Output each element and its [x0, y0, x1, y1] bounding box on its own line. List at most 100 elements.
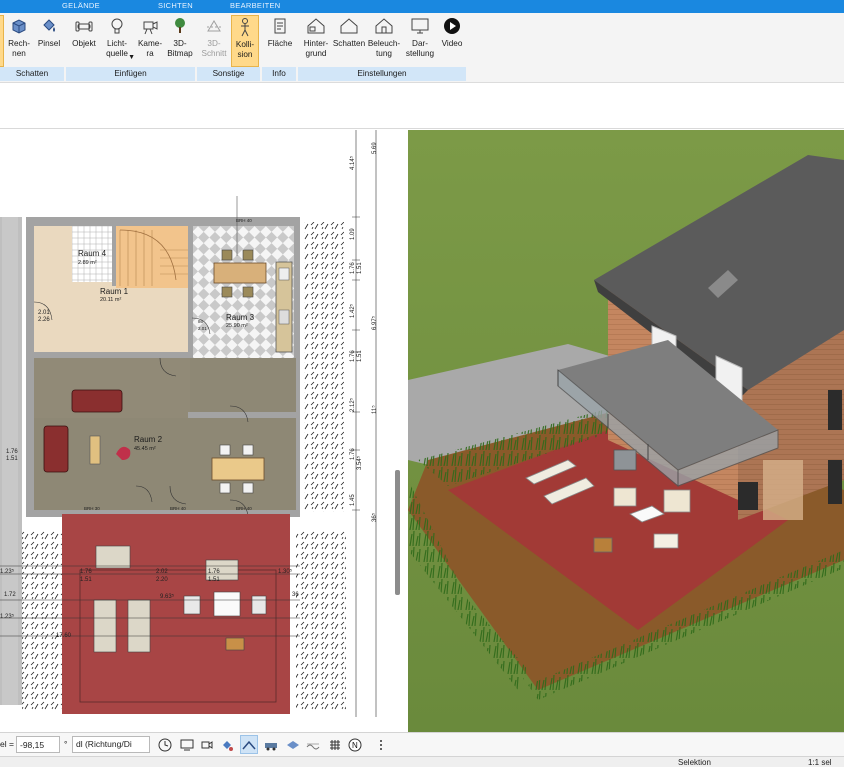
svg-text:2.89 m²: 2.89 m²	[78, 260, 97, 266]
hintergrund-label: Hinter- grund	[303, 39, 329, 58]
video-label: Video	[441, 39, 463, 48]
objekt-button[interactable]: Objekt	[69, 15, 99, 67]
svg-text:1.51: 1.51	[80, 577, 92, 583]
svg-text:1.42⁵: 1.42⁵	[349, 303, 356, 318]
svg-text:1.51: 1.51	[208, 577, 220, 583]
svg-text:1.76: 1.76	[6, 449, 18, 455]
svg-text:86: 86	[198, 319, 204, 324]
play-icon	[441, 15, 463, 37]
svg-text:2.20: 2.20	[156, 577, 168, 583]
north-icon[interactable]: N	[346, 735, 364, 754]
svg-text:1.30⁵: 1.30⁵	[278, 568, 293, 575]
vehicle-icon[interactable]	[262, 735, 280, 754]
flaeche-label: Fläche	[267, 39, 293, 48]
schatten-button[interactable]: Schatten	[331, 15, 367, 67]
monitor-icon	[409, 15, 431, 37]
clock-icon[interactable]	[156, 735, 174, 754]
section-cut-icon	[203, 15, 225, 37]
status-mode: Selektion	[678, 758, 711, 767]
svg-text:25.90 m²: 25.90 m²	[226, 323, 248, 329]
svg-text:1.51: 1.51	[6, 456, 18, 462]
svg-text:45.45 m²: 45.45 m²	[134, 446, 156, 452]
monitor-view-icon[interactable]	[178, 735, 196, 754]
svg-text:BRH 30: BRH 30	[84, 506, 100, 511]
schnitt-label: 3D- Schnitt	[201, 39, 227, 58]
floor-plan-view[interactable]: 5.69 4.14⁵ 1.09 1.76 1.51 6.97⁵ 1.42⁵ 1.…	[0, 130, 404, 717]
rechnen-button[interactable]: Rech- nen	[5, 15, 33, 67]
svg-text:36⁵: 36⁵	[371, 512, 378, 522]
3d-scene-canvas[interactable]	[408, 130, 844, 732]
svg-text:11⁵: 11⁵	[371, 405, 378, 414]
lichtquelle-label: Licht- quelle	[106, 39, 128, 58]
lichtquelle-button[interactable]: Licht- quelle ▼	[102, 15, 135, 67]
objekt-label: Objekt	[72, 39, 96, 48]
svg-text:1.76: 1.76	[208, 569, 220, 575]
hedge-left	[22, 530, 62, 710]
video-button[interactable]: Video	[439, 15, 465, 67]
chair-icon	[73, 15, 95, 37]
svg-text:1.76: 1.76	[350, 350, 356, 362]
person-icon	[234, 16, 256, 38]
terrain-icon[interactable]	[304, 735, 322, 754]
more-options-icon[interactable]	[372, 735, 390, 754]
house-shadow-icon	[338, 15, 360, 37]
hintergrund-button[interactable]: Hinter- grund	[301, 15, 331, 67]
darstellung-button[interactable]: Dar- stellung	[404, 15, 436, 67]
svg-text:1.76: 1.76	[80, 569, 92, 575]
svg-text:2.12⁵: 2.12⁵	[349, 397, 356, 412]
cube-calc-icon	[8, 15, 30, 37]
schnitt-button[interactable]: 3D- Schnitt	[199, 15, 229, 67]
schatten-label: Schatten	[332, 39, 366, 48]
side-table[interactable]	[89, 435, 101, 465]
3d-view[interactable]	[408, 130, 844, 732]
flaeche-button[interactable]: Fläche	[265, 15, 295, 67]
staircase	[116, 226, 188, 288]
bitmap-button[interactable]: 3D- Bitmap	[165, 15, 195, 67]
group-sonstige: Sonstige	[197, 67, 262, 81]
tab-bearbeiten[interactable]: BEARBEITEN	[230, 1, 281, 10]
svg-text:9.63⁵: 9.63⁵	[160, 593, 175, 600]
kamera-button[interactable]: Kame- ra	[135, 15, 165, 67]
grid-icon[interactable]	[326, 735, 344, 754]
tab-sichten[interactable]: SICHTEN	[158, 1, 193, 10]
group-info: Info	[262, 67, 298, 81]
lightbulb-icon	[106, 15, 128, 37]
camera-icon	[139, 15, 161, 37]
app-window: GELÄNDE SICHTEN BEARBEITEN Rech- nen Pin…	[0, 0, 844, 767]
kamera-label: Kame- ra	[137, 39, 163, 58]
tree-icon	[169, 15, 191, 37]
hedge-right	[304, 222, 344, 512]
direction-mode-select[interactable]: dl (Richtung/Di	[72, 736, 150, 753]
kollision-button[interactable]: Kolli- sion	[231, 15, 259, 67]
area-measure-icon	[269, 15, 291, 37]
pinsel-label: Pinsel	[37, 39, 61, 48]
svg-text:17.60: 17.60	[56, 633, 72, 639]
darstellung-label: Dar- stellung	[405, 39, 435, 58]
measure-tool-icon[interactable]	[240, 735, 258, 754]
pinsel-button[interactable]: Pinsel	[35, 15, 63, 67]
paint-tool-icon[interactable]	[218, 735, 236, 754]
kitchen-counter[interactable]	[275, 261, 293, 353]
dropdown-arrow-icon[interactable]: ▼	[128, 53, 135, 63]
tab-gelaende[interactable]: GELÄNDE	[62, 1, 100, 10]
svg-text:1.45: 1.45	[350, 494, 356, 506]
angle-input[interactable]	[16, 736, 60, 753]
beleuchtung-button[interactable]: Beleuch- tung	[367, 15, 401, 67]
angle-unit: °	[64, 739, 68, 749]
ribbon: Rech- nen Pinsel Objekt Licht- quelle ▼	[0, 13, 844, 83]
beleuchtung-label: Beleuch- tung	[367, 39, 401, 58]
svg-text:Raum 3: Raum 3	[226, 313, 255, 322]
status-scale: 1:1 sel	[808, 758, 832, 767]
camera-view-icon[interactable]	[198, 735, 216, 754]
svg-text:BRH 40: BRH 40	[236, 506, 252, 511]
svg-text:1.76: 1.76	[350, 262, 356, 274]
dimension-labels-right: 5.69 4.14⁵ 1.09 1.76 1.51 6.97⁵ 1.42⁵ 1.…	[349, 142, 378, 522]
shadow-active-button[interactable]	[0, 15, 4, 67]
ribbon-spacer	[0, 83, 844, 129]
view-splitter[interactable]	[395, 470, 400, 595]
floor-plan-canvas[interactable]: 5.69 4.14⁵ 1.09 1.76 1.51 6.97⁵ 1.42⁵ 1.…	[0, 130, 404, 717]
svg-text:2.02: 2.02	[156, 569, 168, 575]
layer-icon[interactable]	[284, 735, 302, 754]
paint-bucket-icon	[38, 15, 60, 37]
svg-text:1.76: 1.76	[350, 448, 356, 460]
